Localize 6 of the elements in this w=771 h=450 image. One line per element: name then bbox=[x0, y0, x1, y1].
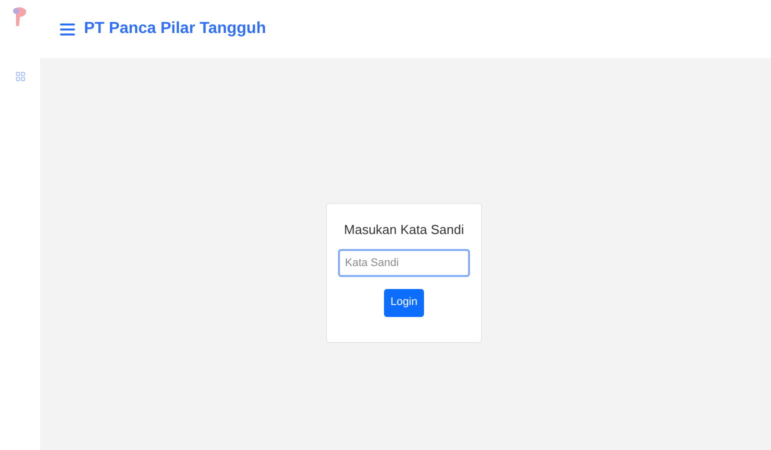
menu-icon[interactable] bbox=[60, 22, 75, 36]
logo-icon bbox=[11, 6, 29, 28]
password-field[interactable]: Kata Sandi bbox=[338, 248, 470, 276]
login-button[interactable]: Login bbox=[384, 288, 424, 316]
login-heading: Masukan Kata Sandi bbox=[344, 221, 464, 239]
company-title: PT Panca Pilar Tangguh bbox=[84, 19, 266, 39]
